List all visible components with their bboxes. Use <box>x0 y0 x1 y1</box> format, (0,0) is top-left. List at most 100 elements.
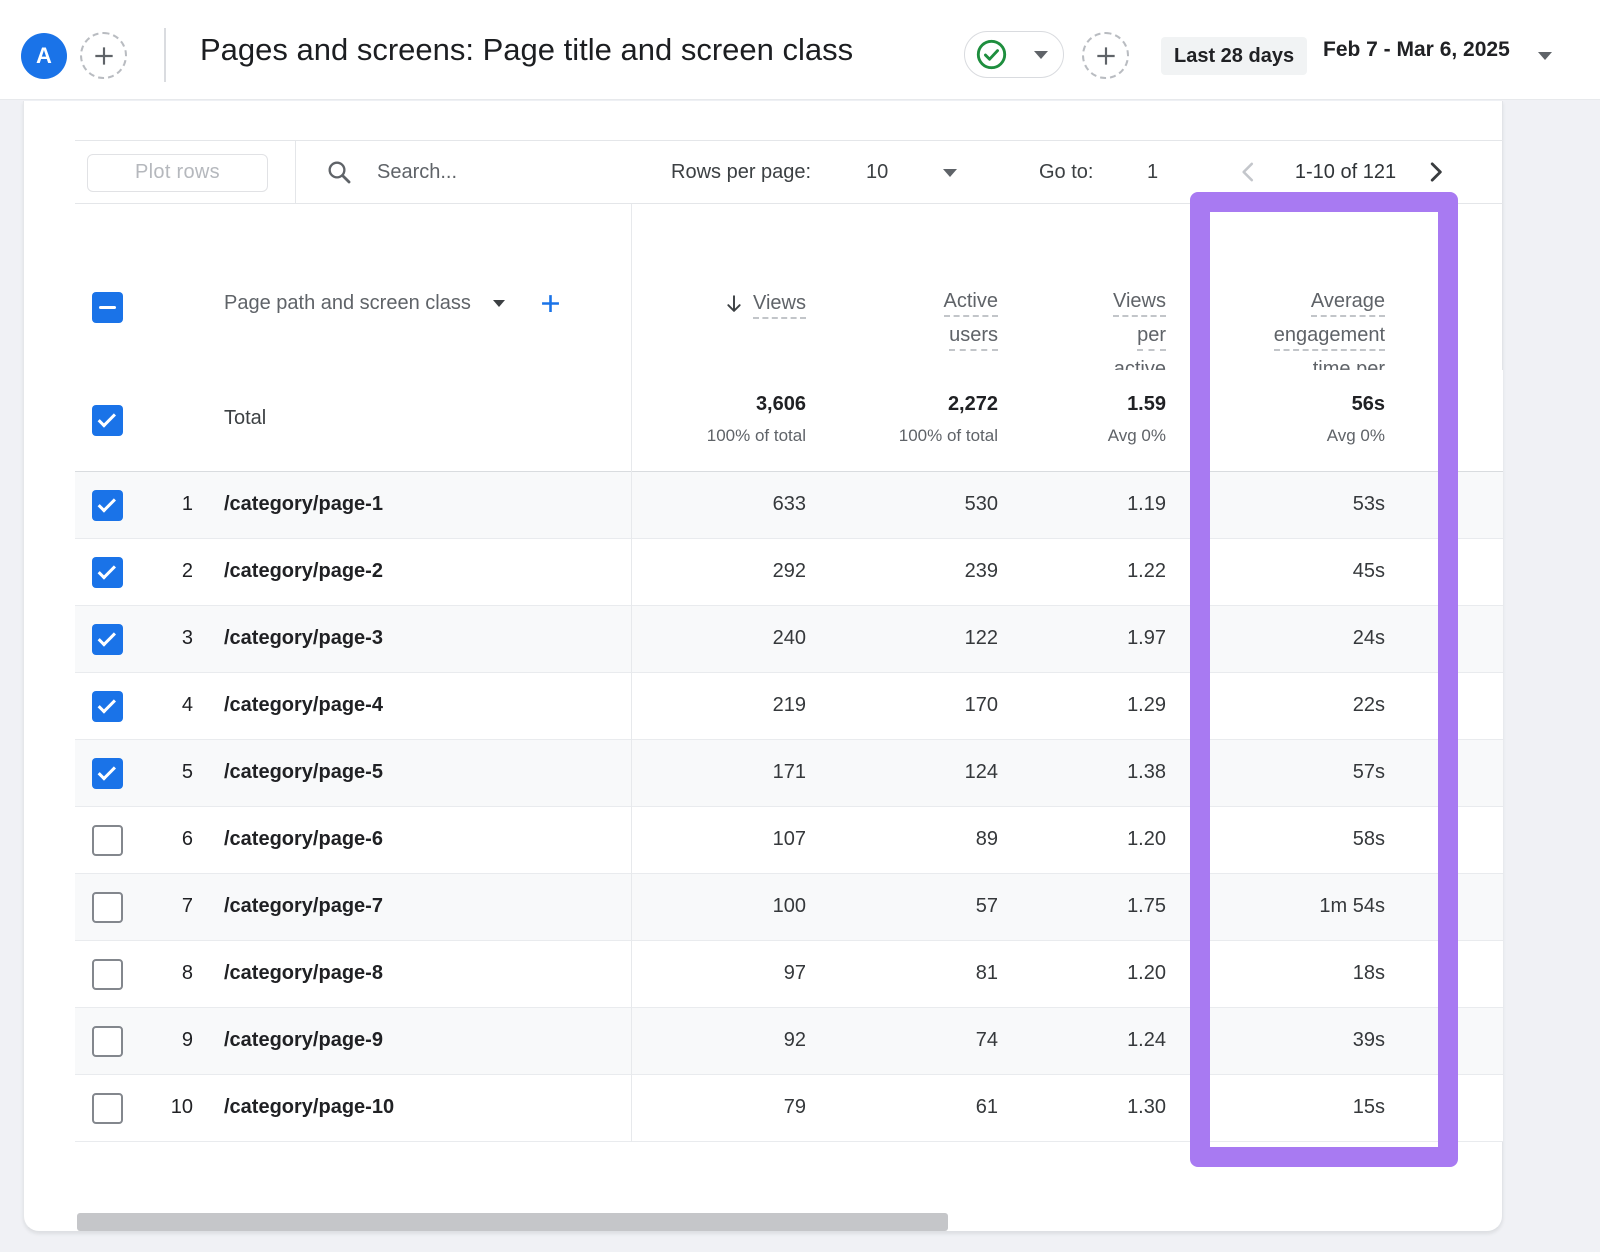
row-active-users: 81 <box>976 941 998 1006</box>
column-header-views[interactable]: Views <box>723 292 806 326</box>
row-views: 107 <box>773 807 806 872</box>
row-index: 5 <box>75 740 193 805</box>
previous-page-icon[interactable] <box>1235 159 1261 185</box>
dimension-header[interactable]: Page path and screen class <box>224 290 564 317</box>
row-views-per-active-user: 1.97 <box>1127 606 1166 671</box>
table-row[interactable]: 4 /category/page-4 219 170 1.29 22s <box>75 673 1503 740</box>
row-avg-engagement-time: 45s <box>1353 539 1385 604</box>
row-views: 100 <box>773 874 806 939</box>
row-page-path[interactable]: /category/page-5 <box>224 740 383 805</box>
avatar[interactable]: A <box>21 33 67 79</box>
add-report-button[interactable] <box>1082 32 1129 79</box>
date-range-chevron-icon[interactable] <box>1538 52 1552 60</box>
row-views-per-active-user: 1.38 <box>1127 740 1166 805</box>
row-avg-engagement-time: 53s <box>1353 472 1385 537</box>
row-active-users: 122 <box>965 606 998 671</box>
table-toolbar: Plot rows Search... Rows per page: 10 Go… <box>75 140 1503 204</box>
row-avg-engagement-time: 1m 54s <box>1319 874 1385 939</box>
row-views: 292 <box>773 539 806 604</box>
row-active-users: 57 <box>976 874 998 939</box>
page-title: Pages and screens: Page title and screen… <box>200 0 853 100</box>
row-index: 1 <box>75 472 193 537</box>
add-comparison-button[interactable] <box>80 32 127 79</box>
column-divider <box>631 204 632 1142</box>
dimension-chevron-icon[interactable] <box>493 300 505 307</box>
row-views-per-active-user: 1.19 <box>1127 472 1166 537</box>
header-divider <box>164 28 166 82</box>
row-page-path[interactable]: /category/page-4 <box>224 673 383 738</box>
row-views: 240 <box>773 606 806 671</box>
table-row[interactable]: 6 /category/page-6 107 89 1.20 58s <box>75 807 1503 874</box>
row-page-path[interactable]: /category/page-6 <box>224 807 383 872</box>
table-body: 1 /category/page-1 633 530 1.19 53s 2 /c… <box>75 472 1503 1142</box>
row-views: 219 <box>773 673 806 738</box>
row-active-users: 89 <box>976 807 998 872</box>
row-page-path[interactable]: /category/page-3 <box>224 606 383 671</box>
rows-per-page-label: Rows per page: <box>671 141 811 203</box>
row-index: 4 <box>75 673 193 738</box>
row-avg-engagement-time: 22s <box>1353 673 1385 738</box>
goto-label: Go to: <box>1039 141 1093 203</box>
row-index: 3 <box>75 606 193 671</box>
row-avg-engagement-time: 39s <box>1353 1008 1385 1073</box>
rows-per-page-chevron-icon[interactable] <box>943 169 957 177</box>
add-dimension-icon[interactable] <box>537 290 564 317</box>
row-avg-engagement-time: 18s <box>1353 941 1385 1006</box>
table-row[interactable]: 3 /category/page-3 240 122 1.97 24s <box>75 606 1503 673</box>
row-page-path[interactable]: /category/page-10 <box>224 1075 394 1140</box>
total-label: Total <box>224 370 266 472</box>
table-row[interactable]: 5 /category/page-5 171 124 1.38 57s <box>75 740 1503 807</box>
row-page-path[interactable]: /category/page-1 <box>224 472 383 537</box>
row-avg-engagement-time: 24s <box>1353 606 1385 671</box>
row-views: 633 <box>773 472 806 537</box>
row-index: 2 <box>75 539 193 604</box>
total-checkbox[interactable] <box>92 405 123 436</box>
search-input[interactable]: Search... <box>377 141 457 203</box>
rows-per-page-select[interactable]: 10 <box>866 141 888 203</box>
check-circle-icon <box>975 38 1008 71</box>
row-views: 97 <box>784 941 806 1006</box>
row-page-path[interactable]: /category/page-7 <box>224 874 383 939</box>
horizontal-scrollbar-thumb[interactable] <box>77 1213 948 1231</box>
table-row[interactable]: 10 /category/page-10 79 61 1.30 15s <box>75 1075 1503 1142</box>
row-views: 171 <box>773 740 806 805</box>
column-header-active-users[interactable]: Active users <box>944 290 998 358</box>
plot-rows-button[interactable]: Plot rows <box>87 154 268 192</box>
sort-descending-icon <box>723 293 745 315</box>
row-views: 79 <box>784 1075 806 1140</box>
row-page-path[interactable]: /category/page-9 <box>224 1008 383 1073</box>
ga4-report-page: A Pages and screens: Page title and scre… <box>0 0 1600 1252</box>
row-active-users: 61 <box>976 1075 998 1140</box>
row-page-path[interactable]: /category/page-8 <box>224 941 383 1006</box>
next-page-icon[interactable] <box>1423 159 1449 185</box>
row-views-per-active-user: 1.24 <box>1127 1008 1166 1073</box>
total-views-per-active-user: 1.59 Avg 0% <box>1108 370 1166 446</box>
table-row[interactable]: 1 /category/page-1 633 530 1.19 53s <box>75 472 1503 539</box>
data-quality-badge[interactable] <box>964 31 1064 78</box>
table-row[interactable]: 8 /category/page-8 97 81 1.20 18s <box>75 941 1503 1008</box>
report-header: A Pages and screens: Page title and scre… <box>0 0 1600 100</box>
table-row[interactable]: 7 /category/page-7 100 57 1.75 1m 54s <box>75 874 1503 941</box>
date-range-preset[interactable]: Last 28 days <box>1161 37 1307 75</box>
row-views-per-active-user: 1.75 <box>1127 874 1166 939</box>
select-all-checkbox[interactable] <box>92 292 123 323</box>
total-views: 3,606 100% of total <box>707 370 806 446</box>
row-page-path[interactable]: /category/page-2 <box>224 539 383 604</box>
total-avg-engagement-time: 56s Avg 0% <box>1327 370 1385 446</box>
date-range-value[interactable]: Feb 7 - Mar 6, 2025 <box>1323 0 1510 100</box>
dimension-header-label: Page path and screen class <box>224 292 471 315</box>
search-icon[interactable] <box>325 158 353 186</box>
row-views-per-active-user: 1.22 <box>1127 539 1166 604</box>
row-avg-engagement-time: 58s <box>1353 807 1385 872</box>
row-active-users: 124 <box>965 740 998 805</box>
row-views-per-active-user: 1.20 <box>1127 941 1166 1006</box>
plus-icon <box>1093 43 1119 69</box>
row-views-per-active-user: 1.29 <box>1127 673 1166 738</box>
row-avg-engagement-time: 57s <box>1353 740 1385 805</box>
row-views-per-active-user: 1.20 <box>1127 807 1166 872</box>
row-active-users: 530 <box>965 472 998 537</box>
row-index: 10 <box>75 1075 193 1140</box>
table-row[interactable]: 9 /category/page-9 92 74 1.24 39s <box>75 1008 1503 1075</box>
table-row[interactable]: 2 /category/page-2 292 239 1.22 45s <box>75 539 1503 606</box>
goto-page-input[interactable]: 1 <box>1147 141 1158 203</box>
